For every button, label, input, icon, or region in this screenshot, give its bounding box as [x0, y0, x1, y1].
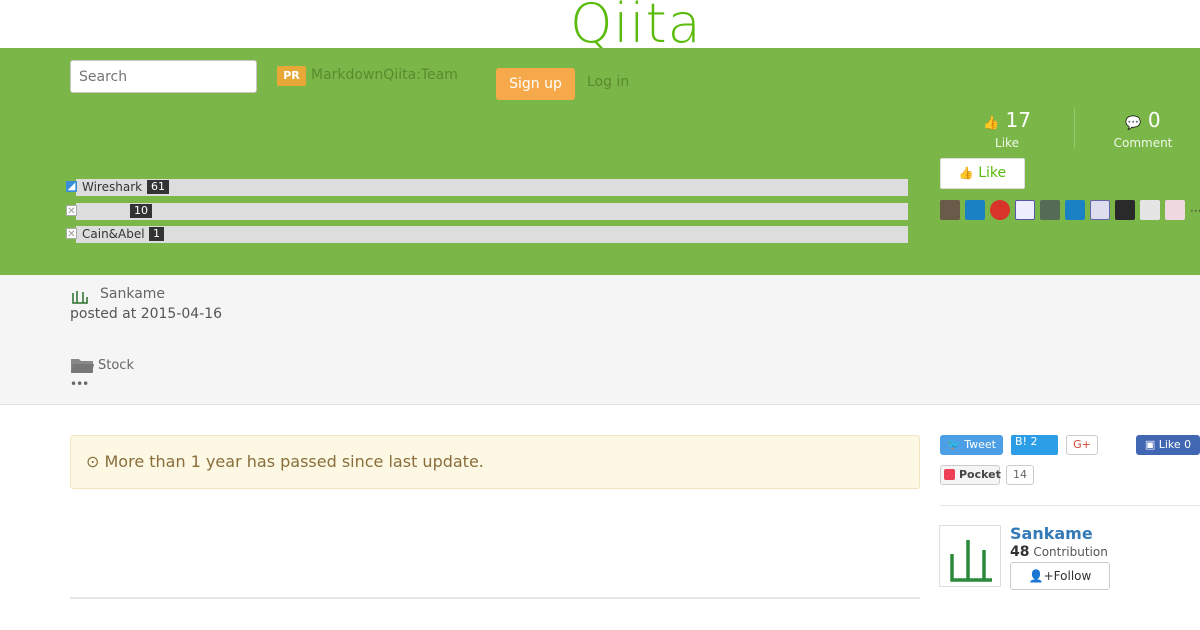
like-count: 👍 17 Like [980, 108, 1034, 150]
avatar[interactable] [990, 200, 1010, 220]
stock-button[interactable]: Stock [98, 358, 134, 373]
comment-icon: 💬 [1125, 116, 1142, 131]
avatar[interactable] [940, 200, 960, 220]
stats-divider [1074, 108, 1075, 148]
tag-count: 10 [130, 203, 152, 218]
avatar[interactable] [1140, 200, 1160, 220]
comment-count: 💬 0 Comment [1112, 108, 1174, 150]
author-card-avatar[interactable] [939, 525, 1001, 587]
hatena-bookmark-button[interactable]: B! 2 [1011, 435, 1058, 455]
follow-button[interactable]: 👤+Follow [1010, 562, 1110, 590]
posted-date: posted at 2015-04-16 [70, 306, 223, 322]
likes-label: Like [995, 136, 1019, 150]
author-name[interactable]: Sankame [100, 286, 165, 302]
pocket-count: 14 [1006, 465, 1034, 485]
signup-button[interactable]: Sign up [496, 68, 575, 100]
top-bar: Qiita [0, 0, 1200, 54]
tag-name[interactable]: Wireshark [82, 179, 142, 196]
comments-label: Comment [1113, 136, 1173, 150]
outdated-alert: ⊙ More than 1 year has passed since last… [70, 435, 920, 489]
article-meta [0, 275, 1200, 405]
more-options-icon[interactable]: ••• [70, 377, 89, 391]
fb-like-label: Like 0 [1158, 438, 1192, 451]
folder-icon[interactable] [70, 356, 95, 374]
alert-text: More than 1 year has passed since last u… [104, 452, 484, 471]
pocket-icon [944, 469, 955, 480]
google-plus-button[interactable]: G+ [1066, 435, 1098, 455]
broken-image-icon: ✕ [66, 204, 77, 217]
tag-item[interactable]: ✕ 10 [66, 202, 908, 220]
author-card-name[interactable]: Sankame [1010, 524, 1093, 543]
thumbs-up-icon: 👍 [983, 116, 1000, 131]
tweet-button[interactable]: 🐦 Tweet [940, 435, 1003, 455]
avatar[interactable] [1090, 200, 1110, 220]
more-likers-icon[interactable]: ··· [1190, 204, 1200, 218]
pr-badge: PR [277, 66, 306, 86]
wireshark-icon: ◢ [66, 181, 77, 192]
author-avatar[interactable] [71, 289, 89, 305]
comments-number: 0 [1147, 108, 1161, 132]
tag-bar [76, 202, 908, 220]
facebook-like-button[interactable]: ▣ Like 0 [1136, 435, 1200, 455]
avatar[interactable] [1015, 200, 1035, 220]
avatar[interactable] [1065, 200, 1085, 220]
follow-label: Follow [1053, 569, 1092, 583]
clock-icon: ⊙ [86, 452, 100, 471]
avatar[interactable] [1115, 200, 1135, 220]
add-user-icon: 👤+ [1028, 569, 1054, 583]
tweet-label: Tweet [964, 438, 996, 451]
avatar[interactable] [965, 200, 985, 220]
qiita-logo[interactable]: Qiita [570, 0, 702, 54]
like-button-label: Like [978, 165, 1007, 181]
avatar[interactable] [1165, 200, 1185, 220]
contribution: 48 Contribution [1010, 544, 1108, 560]
like-button[interactable]: 👍 Like [940, 158, 1025, 189]
twitter-icon: 🐦 [947, 438, 961, 451]
contribution-label: Contribution [1033, 545, 1108, 559]
login-link[interactable]: Log in [587, 74, 629, 90]
tag-count: 1 [149, 227, 164, 241]
liker-avatars [940, 200, 1200, 220]
pr-link[interactable]: MarkdownQiita:Team [311, 66, 458, 84]
likes-number: 17 [1005, 108, 1031, 132]
contribution-count: 48 [1010, 544, 1030, 560]
tag-list: ◢ Wireshark 61 ✕ 10 ✕ Cain&Abel 1 [66, 179, 908, 250]
thumbs-up-icon: 👍 [958, 166, 974, 180]
tag-item[interactable]: ◢ Wireshark 61 [66, 179, 908, 196]
avatar[interactable] [1040, 200, 1060, 220]
content-divider [70, 597, 920, 599]
sidebar-divider [940, 505, 1200, 506]
tag-item[interactable]: ✕ Cain&Abel 1 [66, 226, 908, 243]
tag-bar [76, 226, 908, 243]
tag-bar [76, 179, 908, 196]
search-input[interactable] [70, 60, 257, 93]
broken-image-icon: ✕ [66, 228, 77, 240]
tag-count: 61 [147, 180, 169, 194]
tag-name[interactable]: Cain&Abel [82, 226, 145, 243]
facebook-icon: ▣ [1144, 438, 1156, 451]
